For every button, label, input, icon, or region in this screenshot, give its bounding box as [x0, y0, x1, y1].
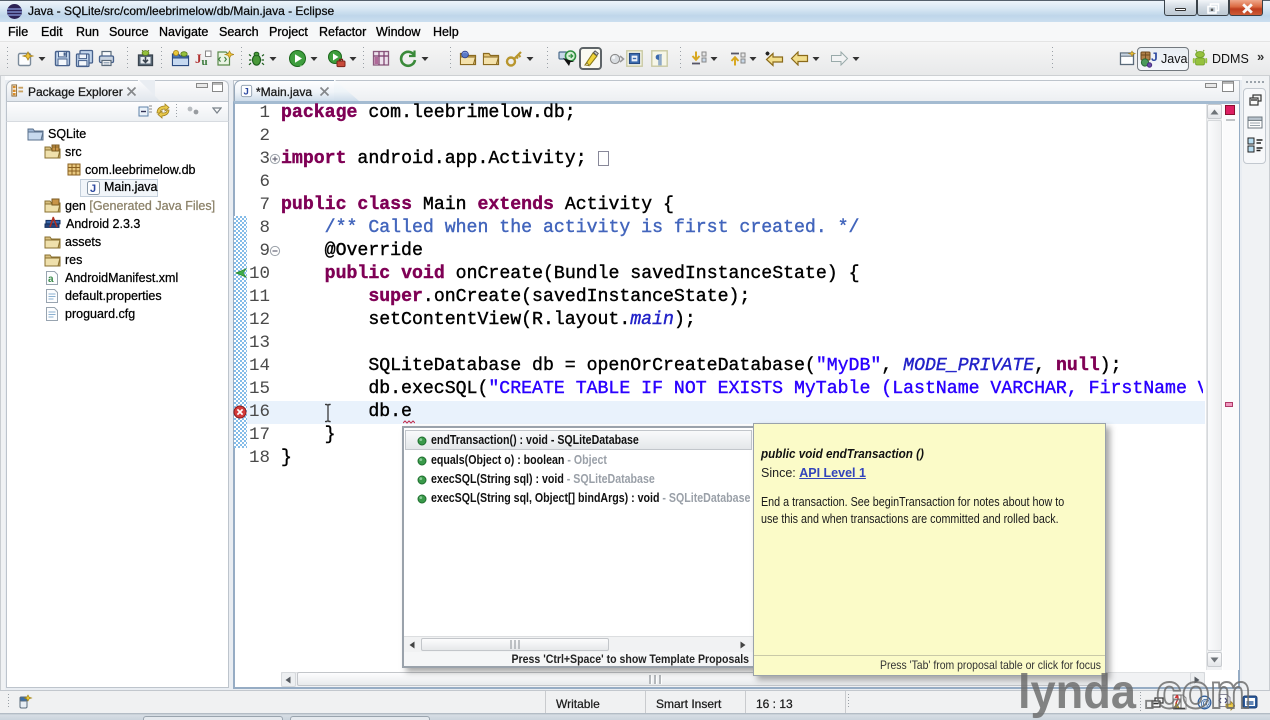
- svg-text:a: a: [48, 274, 54, 285]
- svg-text:lynda: lynda: [1018, 666, 1136, 719]
- svg-text:u: u: [202, 56, 208, 67]
- svg-text:J: J: [243, 86, 248, 97]
- svg-text:J: J: [1151, 50, 1158, 64]
- svg-text:¶: ¶: [655, 53, 663, 68]
- svg-text:.com: .com: [1143, 666, 1251, 719]
- svg-text:J: J: [90, 183, 96, 195]
